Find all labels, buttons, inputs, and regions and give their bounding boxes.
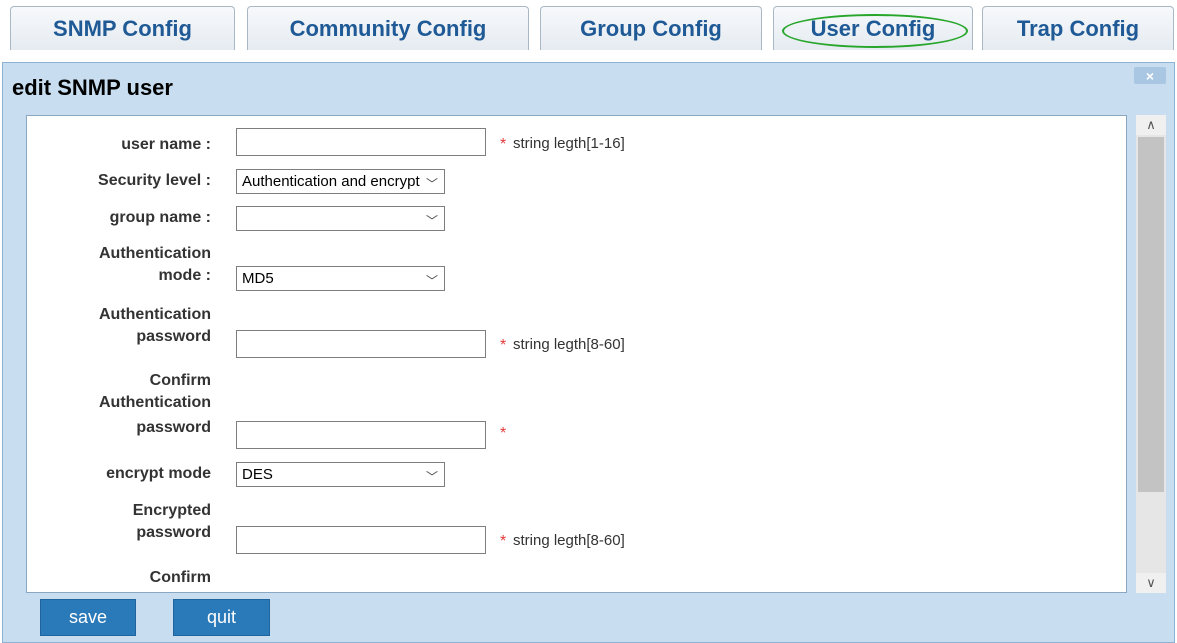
scroll-up-icon[interactable]: ∧ — [1136, 115, 1166, 135]
required-marker: * — [500, 136, 507, 153]
auth-mode-label: Authentication mode : — [27, 243, 211, 287]
auth-password-input[interactable] — [236, 330, 486, 358]
label-line: mode : — [158, 267, 211, 284]
required-marker: * — [500, 337, 507, 354]
label-line: Authentication — [99, 394, 211, 411]
scroll-thumb[interactable] — [1138, 137, 1164, 492]
confirm-auth-password-label: Confirm Authentication password — [27, 370, 211, 439]
group-name-select[interactable]: ﹀ — [236, 206, 445, 231]
group-name-label: group name : — [109, 209, 211, 226]
close-icon[interactable]: × — [1134, 67, 1166, 84]
label-line: password — [136, 524, 211, 541]
form-container: user name : * string legth[1-16] Securit… — [26, 115, 1127, 593]
edit-user-dialog: edit SNMP user × user name : * string le… — [2, 62, 1175, 643]
label-line: Authentication — [99, 245, 211, 262]
auth-mode-select[interactable]: MD5 ﹀ — [236, 266, 445, 291]
quit-button[interactable]: quit — [173, 599, 270, 636]
tab-label: Community Config — [289, 15, 487, 41]
security-level-value: Authentication and encryption — [242, 173, 420, 190]
encrypted-password-label: Encrypted password — [27, 500, 211, 544]
chevron-down-icon: ﹀ — [425, 470, 438, 484]
encrypted-password-input[interactable] — [236, 526, 486, 554]
confirm-auth-password-input[interactable] — [236, 421, 486, 449]
label-line: Encrypted — [132, 502, 211, 519]
label-line: Confirm — [149, 569, 211, 586]
security-level-label: Security level : — [98, 172, 211, 189]
label-line: password — [136, 328, 211, 345]
user-name-hint: string legth[1-16] — [513, 135, 625, 152]
tab-trap-config[interactable]: Trap Config — [982, 6, 1174, 50]
user-name-input[interactable] — [236, 128, 486, 156]
encrypted-password-hint: string legth[8-60] — [513, 532, 625, 549]
tab-label: User Config — [810, 15, 936, 41]
auth-password-label: Authentication password — [27, 304, 211, 348]
required-marker: * — [500, 533, 507, 550]
tab-label: Trap Config — [1016, 15, 1140, 41]
encrypt-mode-value: DES — [242, 466, 273, 483]
tab-label: Group Config — [580, 15, 722, 41]
confirm-encrypted-password-label: Confirm — [27, 567, 211, 589]
dialog-title: edit SNMP user — [12, 75, 173, 100]
auth-password-hint: string legth[8-60] — [513, 336, 625, 353]
user-name-label: user name : — [121, 136, 211, 153]
label-line: password — [136, 419, 211, 436]
vertical-scrollbar[interactable]: ∧ ∨ — [1136, 115, 1166, 593]
scroll-down-icon[interactable]: ∨ — [1136, 573, 1166, 593]
save-button[interactable]: save — [40, 599, 136, 636]
encrypt-mode-select[interactable]: DES ﹀ — [236, 462, 445, 487]
auth-mode-value: MD5 — [242, 270, 274, 287]
tab-snmp-config[interactable]: SNMP Config — [10, 6, 235, 50]
encrypt-mode-label: encrypt mode — [106, 465, 211, 482]
security-level-select[interactable]: Authentication and encryption ﹀ — [236, 169, 445, 194]
tab-label: SNMP Config — [53, 15, 192, 41]
required-marker: * — [500, 425, 507, 442]
chevron-down-icon: ﹀ — [425, 214, 438, 228]
tab-group-config[interactable]: Group Config — [540, 6, 762, 50]
tab-community-config[interactable]: Community Config — [247, 6, 529, 50]
tab-user-config[interactable]: User Config — [773, 6, 973, 50]
label-line: Authentication — [99, 306, 211, 323]
chevron-down-icon: ﹀ — [425, 274, 438, 288]
chevron-down-icon: ﹀ — [425, 177, 438, 191]
label-line: Confirm — [149, 372, 211, 389]
